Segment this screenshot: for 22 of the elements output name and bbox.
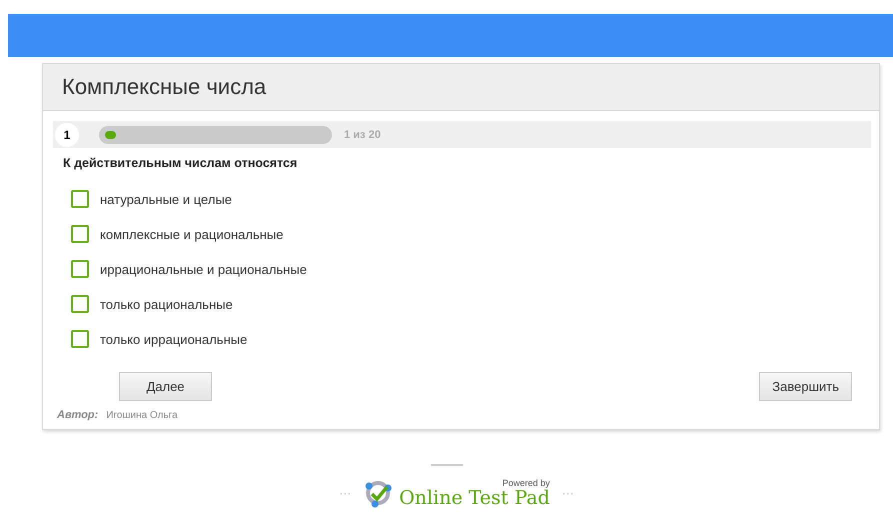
author-name: Игошина Ольга: [106, 410, 178, 421]
question-number: 1: [55, 122, 79, 146]
test-title: Комплексные числа: [62, 74, 266, 100]
author-label: Автор:: [57, 409, 98, 421]
checkbox[interactable]: [71, 330, 89, 348]
logo-icon: [363, 478, 394, 508]
option-label[interactable]: комплексные и рациональные: [100, 226, 284, 242]
checkbox[interactable]: [71, 260, 89, 278]
option-label[interactable]: натуральные и целые: [100, 192, 232, 206]
finish-button[interactable]: Завершить: [759, 372, 852, 401]
checkbox[interactable]: [71, 225, 89, 243]
option-label[interactable]: только иррациональные: [100, 332, 248, 346]
question-text: К действительным числам относятся: [63, 156, 298, 170]
progress-reading: 1 из 20: [344, 128, 381, 140]
dots: ···: [562, 486, 574, 500]
checkbox[interactable]: [71, 190, 89, 208]
next-button[interactable]: Далее: [119, 372, 212, 401]
option-label[interactable]: только рациональные: [100, 296, 233, 312]
checkbox[interactable]: [71, 295, 89, 313]
dots: ···: [339, 486, 352, 500]
option-label[interactable]: иррациональные и рациональные: [100, 262, 307, 276]
powered-by-text: Powered by: [502, 478, 550, 488]
